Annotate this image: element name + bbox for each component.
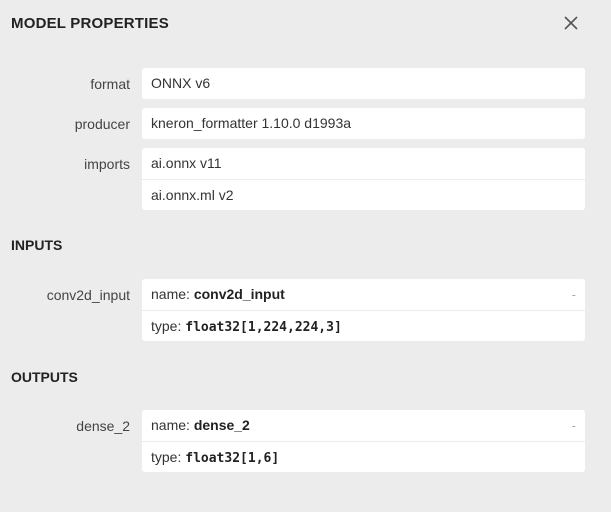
name-prefix: name: [151, 286, 194, 302]
input-argument-label: conv2d_input [46, 287, 130, 303]
producer-label: producer [74, 116, 130, 132]
name-prefix: name: [151, 417, 194, 433]
model-properties-panel: MODEL PROPERTIES format ONNX v6 producer… [0, 0, 611, 512]
imports-value-box: ai.onnx v11 ai.onnx.ml v2 [142, 148, 585, 210]
output-type: float32[1,6] [185, 451, 280, 466]
expand-toggle[interactable]: - [572, 279, 576, 310]
input-type: float32[1,224,224,3] [185, 320, 342, 335]
close-button[interactable] [561, 13, 581, 33]
input-type-line: type: float32[1,224,224,3] [142, 310, 585, 341]
output-argument-label: dense_2 [76, 418, 130, 434]
output-argument-box: name: dense_2 - type: float32[1,6] [142, 410, 585, 472]
producer-value: kneron_formatter 1.10.0 d1993a [151, 115, 352, 131]
import-item: ai.onnx v11 [151, 155, 222, 171]
output-type-line: type: float32[1,6] [142, 441, 585, 472]
input-argument-box: name: conv2d_input - type: float32[1,224… [142, 279, 585, 341]
producer-value-box: kneron_formatter 1.10.0 d1993a [142, 108, 585, 139]
input-name: conv2d_input [193, 286, 285, 302]
outputs-section-title: OUTPUTS [11, 369, 78, 385]
panel-title: MODEL PROPERTIES [11, 15, 169, 32]
output-name: dense_2 [193, 417, 250, 433]
type-prefix: type: [151, 449, 186, 465]
input-name-line: name: conv2d_input - [142, 279, 585, 310]
close-icon [564, 16, 578, 30]
expand-toggle[interactable]: - [572, 410, 576, 441]
format-value-box: ONNX v6 [142, 68, 585, 99]
imports-label: imports [84, 156, 130, 172]
format-label: format [90, 76, 130, 92]
import-item: ai.onnx.ml v2 [142, 179, 585, 210]
inputs-section-title: INPUTS [11, 237, 63, 253]
type-prefix: type: [151, 318, 186, 334]
format-value: ONNX v6 [151, 75, 211, 91]
output-name-line: name: dense_2 - [142, 410, 585, 441]
